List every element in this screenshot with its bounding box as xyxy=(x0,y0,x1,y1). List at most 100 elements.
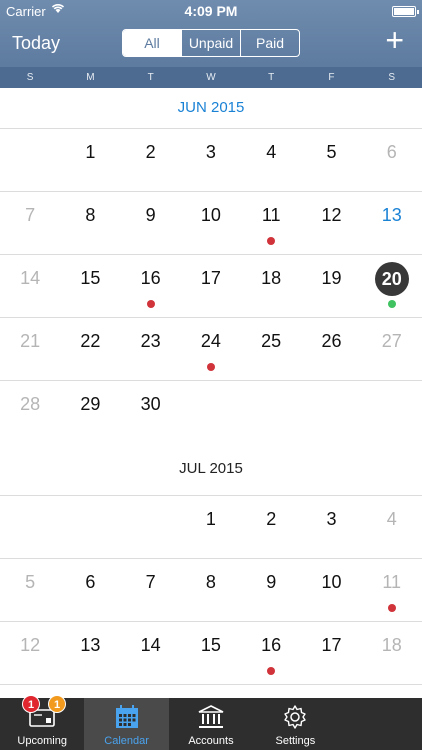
day-cell[interactable]: 25 xyxy=(241,318,301,380)
day-cell[interactable]: 11 xyxy=(362,559,422,621)
day-cell xyxy=(362,381,422,443)
segment-all[interactable]: All xyxy=(123,30,181,56)
tab-calendar[interactable]: Calendar xyxy=(84,698,169,750)
day-cell[interactable]: 7 xyxy=(121,559,181,621)
day-cell[interactable]: 13 xyxy=(60,622,120,684)
day-cell[interactable]: 2 xyxy=(121,129,181,191)
month-title: JUN 2015 xyxy=(177,99,245,116)
segment-unpaid[interactable]: Unpaid xyxy=(181,30,240,56)
day-cell[interactable]: 30 xyxy=(121,381,181,443)
day-cell[interactable]: 19 xyxy=(301,255,361,317)
day-cell[interactable]: 25 xyxy=(362,685,422,698)
day-number: 9 xyxy=(145,205,156,225)
day-cell[interactable]: 21 xyxy=(0,318,60,380)
day-number: 26 xyxy=(321,331,342,351)
day-cell[interactable]: 20 xyxy=(60,685,120,698)
day-cell[interactable]: 5 xyxy=(0,559,60,621)
day-cell[interactable]: 6 xyxy=(362,129,422,191)
day-cell[interactable]: 22 xyxy=(60,318,120,380)
day-cell xyxy=(0,129,60,191)
day-number: 29 xyxy=(80,394,101,414)
day-cell[interactable]: 2 xyxy=(241,496,301,558)
day-number: 25 xyxy=(261,331,282,351)
day-cell[interactable]: 22 xyxy=(181,685,241,698)
day-cell[interactable]: 10 xyxy=(181,192,241,254)
week-row: 1 2 3 4 5 6 xyxy=(0,128,422,191)
day-number: 15 xyxy=(200,635,221,655)
day-cell[interactable]: 1 xyxy=(181,496,241,558)
day-cell[interactable]: 8 xyxy=(60,192,120,254)
tab-bar-filler xyxy=(338,698,422,750)
day-cell[interactable]: 16 xyxy=(121,255,181,317)
tab-accounts[interactable]: Accounts xyxy=(169,698,253,750)
day-cell[interactable]: 23 xyxy=(121,318,181,380)
day-cell[interactable]: 18 xyxy=(241,255,301,317)
day-cell[interactable]: 9 xyxy=(121,192,181,254)
day-number: 2 xyxy=(266,509,277,529)
month-title: JUL 2015 xyxy=(179,460,243,477)
tab-settings[interactable]: Settings xyxy=(253,698,337,750)
day-cell[interactable]: 5 xyxy=(301,129,361,191)
day-number: 11 xyxy=(261,205,281,225)
day-cell[interactable]: 18 xyxy=(362,622,422,684)
day-number: 7 xyxy=(145,572,156,592)
day-cell[interactable]: 17 xyxy=(301,622,361,684)
day-cell[interactable]: 20 xyxy=(362,255,422,317)
day-cell[interactable]: 17 xyxy=(181,255,241,317)
day-cell[interactable]: 3 xyxy=(301,496,361,558)
day-number: 2 xyxy=(145,142,156,162)
day-cell[interactable]: 4 xyxy=(362,496,422,558)
calendar-scroll-view[interactable]: JUN 2015 1 2 3 4 5 6 7 8 9 10 11 12 13 14 15 16 17 18 19 20 2… xyxy=(0,88,422,698)
day-number: 9 xyxy=(266,572,277,592)
day-cell[interactable]: 29 xyxy=(60,381,120,443)
week-row: 19202122232425 xyxy=(0,684,422,698)
day-number: 5 xyxy=(326,142,337,162)
week-row: 28 29 30 xyxy=(0,380,422,443)
day-cell[interactable]: 10 xyxy=(301,559,361,621)
day-number: 1 xyxy=(205,509,216,529)
unpaid-bill-dot xyxy=(387,604,396,612)
day-cell[interactable]: 15 xyxy=(60,255,120,317)
day-cell[interactable]: 3 xyxy=(181,129,241,191)
day-number: 22 xyxy=(80,331,101,351)
day-cell[interactable]: 21 xyxy=(121,685,181,698)
day-cell[interactable]: 12 xyxy=(301,192,361,254)
day-number: 24 xyxy=(200,331,221,351)
day-cell[interactable]: 8 xyxy=(181,559,241,621)
upcoming-badge-overdue: 1 xyxy=(22,695,40,713)
day-number: 21 xyxy=(20,331,41,351)
day-cell[interactable]: 11 xyxy=(241,192,301,254)
today-button[interactable]: Today xyxy=(12,33,60,54)
tab-upcoming[interactable]: 1 1 Upcoming xyxy=(0,695,84,750)
day-cell[interactable]: 4 xyxy=(241,129,301,191)
weekday-label: F xyxy=(328,72,335,83)
weekday-label: W xyxy=(206,72,216,83)
day-number: 3 xyxy=(205,142,216,162)
day-cell xyxy=(0,496,60,558)
day-cell[interactable]: 23 xyxy=(241,685,301,698)
day-cell[interactable]: 6 xyxy=(60,559,120,621)
day-cell[interactable]: 14 xyxy=(121,622,181,684)
day-number: 8 xyxy=(205,572,216,592)
day-cell[interactable]: 26 xyxy=(301,318,361,380)
day-cell[interactable]: 28 xyxy=(0,381,60,443)
day-cell[interactable]: 13 xyxy=(362,192,422,254)
add-bill-button[interactable]: + xyxy=(385,24,404,56)
filter-segmented-control: All Unpaid Paid xyxy=(122,29,300,57)
day-cell[interactable]: 24 xyxy=(301,685,361,698)
day-cell[interactable]: 24 xyxy=(181,318,241,380)
day-cell[interactable]: 9 xyxy=(241,559,301,621)
segment-paid[interactable]: Paid xyxy=(240,30,299,56)
day-cell[interactable]: 16 xyxy=(241,622,301,684)
weekday-label: M xyxy=(86,72,95,83)
day-cell[interactable]: 15 xyxy=(181,622,241,684)
day-cell[interactable]: 7 xyxy=(0,192,60,254)
day-cell[interactable]: 1 xyxy=(60,129,120,191)
day-number: 16 xyxy=(140,268,161,288)
nav-header: Carrier 4:09 PM Today All Unpaid Paid + … xyxy=(0,0,422,88)
day-cell[interactable]: 27 xyxy=(362,318,422,380)
calendar-icon xyxy=(115,705,138,728)
day-number: 19 xyxy=(321,268,342,288)
day-cell[interactable]: 12 xyxy=(0,622,60,684)
day-cell[interactable]: 14 xyxy=(0,255,60,317)
